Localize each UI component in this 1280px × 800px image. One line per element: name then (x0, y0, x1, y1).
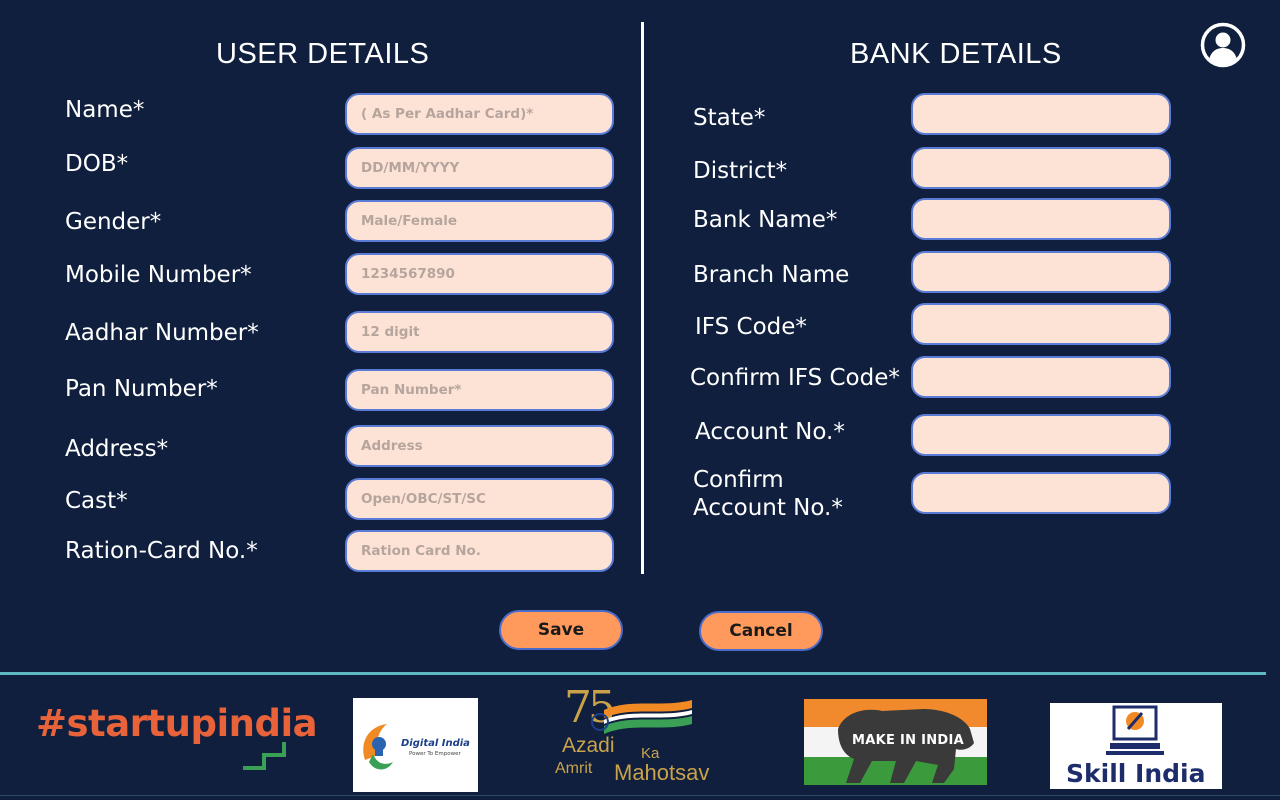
gender-input[interactable] (345, 200, 614, 242)
aadhar-number-input[interactable] (345, 311, 614, 353)
mobile-number-input[interactable] (345, 253, 614, 295)
state-label: State* (693, 105, 766, 131)
digital-india-tagline: Power To Empower (409, 751, 461, 757)
make-in-india-logo: MAKE IN INDIA (804, 699, 987, 785)
startup-india-logo: #startupindia (36, 700, 326, 772)
ifs-code-input[interactable] (911, 303, 1171, 345)
mobile-number-label: Mobile Number* (65, 262, 252, 288)
ifs-code-label: IFS Code* (695, 314, 807, 340)
column-divider (641, 22, 644, 574)
azadi-line3: Mahotsav (614, 760, 710, 785)
cast-input[interactable] (345, 478, 614, 520)
skill-india-logo: Skill India (1050, 703, 1222, 789)
bank-details-title: BANK DETAILS (850, 38, 1062, 70)
confirm-ifs-code-input[interactable] (911, 356, 1171, 398)
account-no-input[interactable] (911, 414, 1171, 456)
address-label: Address* (65, 436, 169, 462)
confirm-account-no-label-line2: Account No.* (693, 495, 843, 521)
azadi-line2: Amrit (555, 760, 593, 777)
district-label: District* (693, 158, 788, 184)
branch-name-input[interactable] (911, 251, 1171, 293)
user-circle-icon (1200, 22, 1246, 68)
confirm-account-no-input[interactable] (911, 472, 1171, 514)
make-in-india-text: MAKE IN INDIA (852, 733, 965, 748)
ration-card-input[interactable] (345, 530, 614, 572)
digital-india-title: Digital India (401, 738, 470, 749)
save-button[interactable]: Save (499, 610, 623, 650)
confirm-ifs-code-label: Confirm IFS Code* (690, 365, 900, 391)
azadi-line1: Azadi (562, 734, 615, 757)
startup-india-arrow-icon (243, 742, 286, 770)
account-no-label: Account No.* (695, 419, 845, 445)
name-input[interactable] (345, 93, 614, 135)
pan-number-input[interactable] (345, 369, 614, 411)
bank-name-input[interactable] (911, 198, 1171, 240)
azadi-ka-amrit-mahotsav-logo: 75 Azadi Ka Amrit Mahotsav (552, 682, 732, 790)
cancel-button[interactable]: Cancel (699, 611, 823, 651)
bank-name-label: Bank Name* (693, 207, 838, 233)
name-label: Name* (65, 97, 145, 123)
user-details-title: USER DETAILS (216, 38, 430, 70)
skill-india-text: Skill India (1066, 759, 1206, 788)
aadhar-number-label: Aadhar Number* (65, 320, 259, 346)
gender-label: Gender* (65, 209, 162, 235)
district-input[interactable] (911, 147, 1171, 189)
branch-name-label: Branch Name (693, 262, 850, 288)
digital-india-logo: Digital India Power To Empower (353, 698, 478, 792)
profile-button[interactable] (1199, 21, 1247, 69)
footer-divider (0, 672, 1266, 675)
bottom-edge-line (0, 795, 1280, 796)
state-input[interactable] (911, 93, 1171, 135)
cast-label: Cast* (65, 488, 128, 514)
address-input[interactable] (345, 425, 614, 467)
confirm-account-no-label-line1: Confirm (693, 467, 784, 493)
dob-input[interactable] (345, 147, 614, 189)
dob-label: DOB* (65, 151, 129, 177)
confirm-account-no-label: Confirm Account No.* (693, 466, 843, 522)
pan-number-label: Pan Number* (65, 376, 218, 402)
ration-card-label: Ration-Card No.* (65, 538, 258, 564)
skill-india-monitor-icon (1106, 705, 1164, 755)
